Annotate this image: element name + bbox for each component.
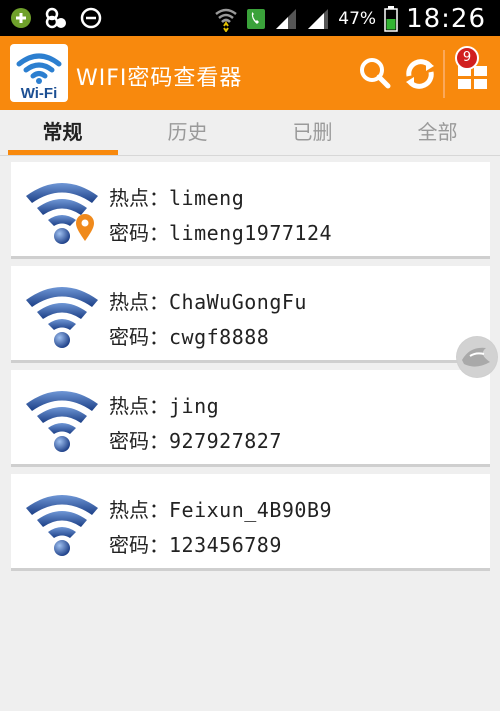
cell-signal-2-icon [308, 9, 329, 29]
wifi-icon [26, 287, 98, 348]
hotspot-row: 热点：Feixun_4B90B9 [109, 494, 332, 523]
hotspot-label: 热点： [109, 186, 169, 210]
wifi-icon [26, 391, 98, 452]
network-card-feixun[interactable]: 热点：Feixun_4B90B9 密码：123456789 [11, 474, 490, 571]
hotspot-row: 热点：jing [109, 390, 219, 419]
battery-percent: 47% [338, 9, 377, 29]
tab-deleted[interactable]: 已删 [250, 110, 375, 156]
hotspot-label: 热点： [109, 498, 169, 522]
status-right-icons: 47% 18:26 [214, 4, 486, 34]
battery-icon [384, 6, 398, 32]
network-card-jing[interactable]: 热点：jing 密码：927927827 [11, 370, 490, 467]
password-row: 密码：927927827 [109, 425, 282, 454]
location-pin-icon [76, 214, 94, 241]
password-row: 密码：cwgf8888 [109, 321, 269, 350]
search-button[interactable] [355, 54, 395, 94]
refresh-icon [406, 59, 434, 89]
hotspot-row: 热点：ChaWuGongFu [109, 286, 307, 315]
hotspot-label: 热点： [109, 290, 169, 314]
hotspot-row: 热点：limeng [109, 182, 244, 211]
network-card-limeng[interactable]: 热点：limeng 密码：limeng1977124 [11, 162, 490, 259]
app-bar-divider [443, 50, 445, 98]
clock-time: 18:26 [406, 4, 486, 34]
password-value: 123456789 [169, 533, 282, 557]
search-icon [360, 58, 391, 89]
logo-text: Wi-Fi [21, 85, 58, 102]
password-value: limeng1977124 [169, 221, 333, 245]
password-row: 密码：123456789 [109, 529, 282, 558]
status-left-icons [10, 6, 102, 30]
password-value: 927927827 [169, 429, 282, 453]
app-bar: Wi-Fi WIFI密码查看器 [0, 36, 500, 110]
tab-all[interactable]: 全部 [375, 110, 500, 156]
phone-call-icon [247, 9, 266, 29]
password-value: cwgf8888 [169, 325, 270, 349]
wifi-logo-icon: Wi-Fi [16, 53, 62, 102]
network-card-chawugongfu[interactable]: 热点：ChaWuGongFu 密码：cwgf8888 [11, 266, 490, 363]
password-label: 密码： [109, 533, 169, 557]
password-label: 密码： [109, 429, 169, 453]
hotspot-name: jing [169, 394, 220, 418]
status-bar: 47% 18:26 [0, 0, 500, 36]
hotspot-label: 热点： [109, 394, 169, 418]
hotspot-name: ChaWuGongFu [169, 290, 307, 314]
password-row: 密码：limeng1977124 [109, 217, 332, 246]
app-title: WIFI密码查看器 [76, 66, 243, 91]
floating-assist-button[interactable] [456, 336, 498, 378]
password-label: 密码： [109, 221, 169, 245]
sync-settings-icon [45, 7, 66, 29]
do-not-disturb-icon [80, 7, 102, 29]
tab-divider [0, 155, 500, 156]
cell-signal-1-icon [276, 9, 297, 29]
assist-icon [457, 337, 497, 377]
refresh-button[interactable] [400, 54, 440, 94]
notification-app-icon [11, 8, 31, 28]
notification-badge: 9 [455, 46, 479, 70]
hotspot-name: limeng [169, 186, 245, 210]
password-label: 密码： [109, 325, 169, 349]
wifi-icon [26, 495, 98, 556]
tab-history[interactable]: 历史 [125, 110, 250, 156]
wifi-signal-icon [215, 8, 238, 32]
hotspot-name: Feixun_4B90B9 [169, 498, 333, 522]
app-logo: Wi-Fi [10, 44, 68, 102]
